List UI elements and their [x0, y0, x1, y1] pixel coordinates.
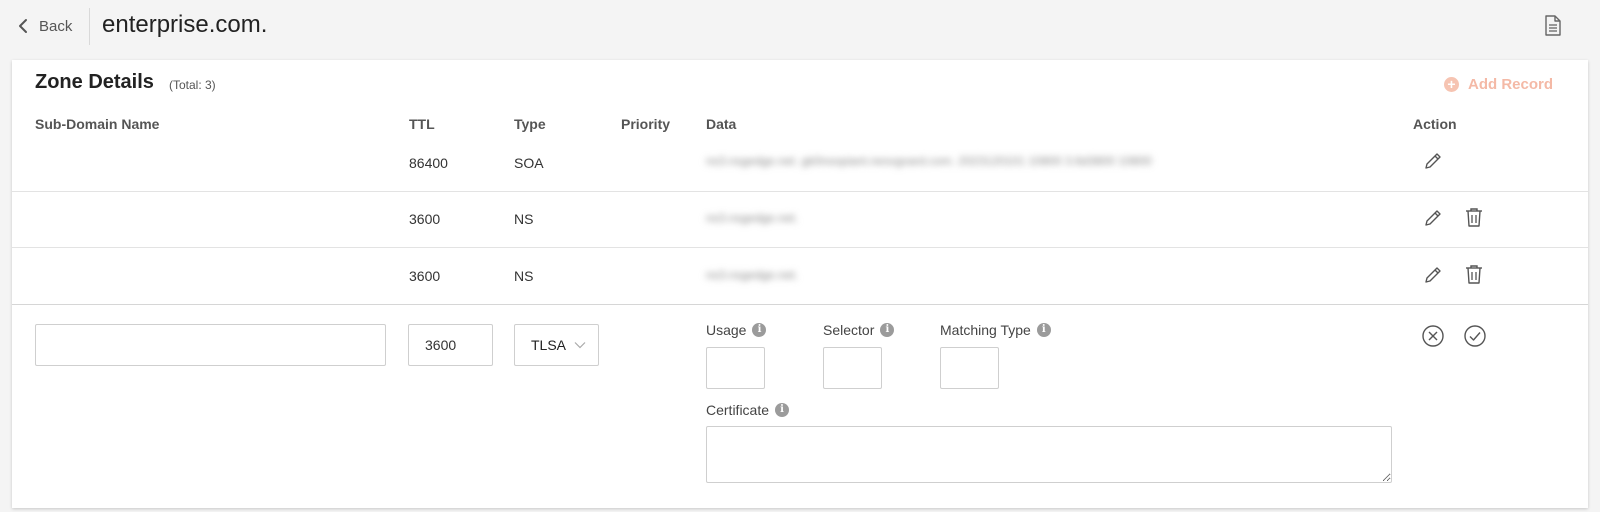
info-icon[interactable]: i	[775, 403, 790, 417]
record-ttl: 3600	[409, 268, 441, 284]
top-bar: Back enterprise.com.	[0, 0, 1600, 52]
new-record-row: TLSA Usage i Selector i Matching Type i …	[12, 305, 1588, 508]
edit-pencil-icon[interactable]	[1423, 265, 1443, 285]
header-divider	[89, 8, 90, 45]
cancel-circle-x-icon[interactable]	[1421, 324, 1445, 348]
matching-type-input[interactable]	[940, 347, 999, 389]
table-row: 86400 SOA ns3.nsgedge.net. gk0noopiant.n…	[12, 140, 1588, 191]
type-select-value: TLSA	[531, 337, 567, 353]
column-header-type: Type	[514, 116, 546, 132]
record-total: (Total: 3)	[169, 78, 216, 92]
card-title: Zone Details	[35, 71, 154, 93]
matching-type-label-text: Matching Type	[940, 322, 1031, 338]
plus-circle-icon: +	[1444, 77, 1459, 92]
column-header-priority: Priority	[621, 116, 671, 132]
back-label: Back	[39, 17, 73, 35]
table-row: 3600 NS ns3.nsgedge.net.	[12, 248, 1588, 304]
record-type: NS	[514, 211, 534, 227]
info-icon[interactable]: i	[880, 323, 895, 337]
zone-details-card: Zone Details (Total: 3) + Add Record Sub…	[12, 60, 1588, 508]
record-data: ns3.nsgedge.net.	[706, 268, 799, 282]
trash-icon[interactable]	[1465, 264, 1483, 285]
edit-pencil-icon[interactable]	[1423, 151, 1443, 171]
column-header-subdomain: Sub-Domain Name	[35, 116, 160, 132]
certificate-textarea[interactable]	[706, 426, 1392, 483]
ttl-input[interactable]	[408, 324, 493, 366]
page-title: enterprise.com.	[102, 11, 268, 38]
certificate-label-text: Certificate	[706, 402, 770, 418]
record-data: ns3.nsgedge.net. gk0noopiant.nesvgvard.c…	[706, 154, 1152, 168]
back-button[interactable]: Back	[17, 15, 72, 37]
document-icon[interactable]	[1544, 15, 1562, 36]
record-type: SOA	[514, 155, 544, 171]
info-icon[interactable]: i	[752, 323, 767, 337]
usage-label: Usage i	[706, 322, 767, 338]
selector-input[interactable]	[823, 347, 882, 389]
table-row: 3600 NS ns3.nsgedge.net.	[12, 192, 1588, 248]
matching-type-label: Matching Type i	[940, 322, 1051, 338]
column-header-ttl: TTL	[409, 116, 435, 132]
chevron-left-icon	[19, 19, 27, 33]
subdomain-input[interactable]	[35, 324, 386, 366]
record-data: ns3.nsgedge.net.	[706, 211, 799, 225]
record-ttl: 86400	[409, 155, 448, 171]
column-header-data: Data	[706, 116, 737, 132]
confirm-check-circle-icon[interactable]	[1463, 324, 1487, 348]
selector-label-text: Selector	[823, 322, 875, 338]
info-icon[interactable]: i	[1036, 323, 1051, 337]
add-record-button[interactable]: + Add Record	[1444, 76, 1553, 93]
chevron-down-icon	[574, 342, 586, 349]
usage-label-text: Usage	[706, 322, 747, 338]
record-type: NS	[514, 268, 534, 284]
column-header-action: Action	[1413, 116, 1457, 132]
type-select[interactable]: TLSA	[514, 324, 599, 366]
certificate-label: Certificate i	[706, 402, 790, 418]
edit-pencil-icon[interactable]	[1423, 208, 1443, 228]
trash-icon[interactable]	[1465, 207, 1483, 228]
add-record-label: Add Record	[1468, 76, 1554, 93]
record-ttl: 3600	[409, 211, 441, 227]
usage-input[interactable]	[706, 347, 765, 389]
selector-label: Selector i	[823, 322, 895, 338]
